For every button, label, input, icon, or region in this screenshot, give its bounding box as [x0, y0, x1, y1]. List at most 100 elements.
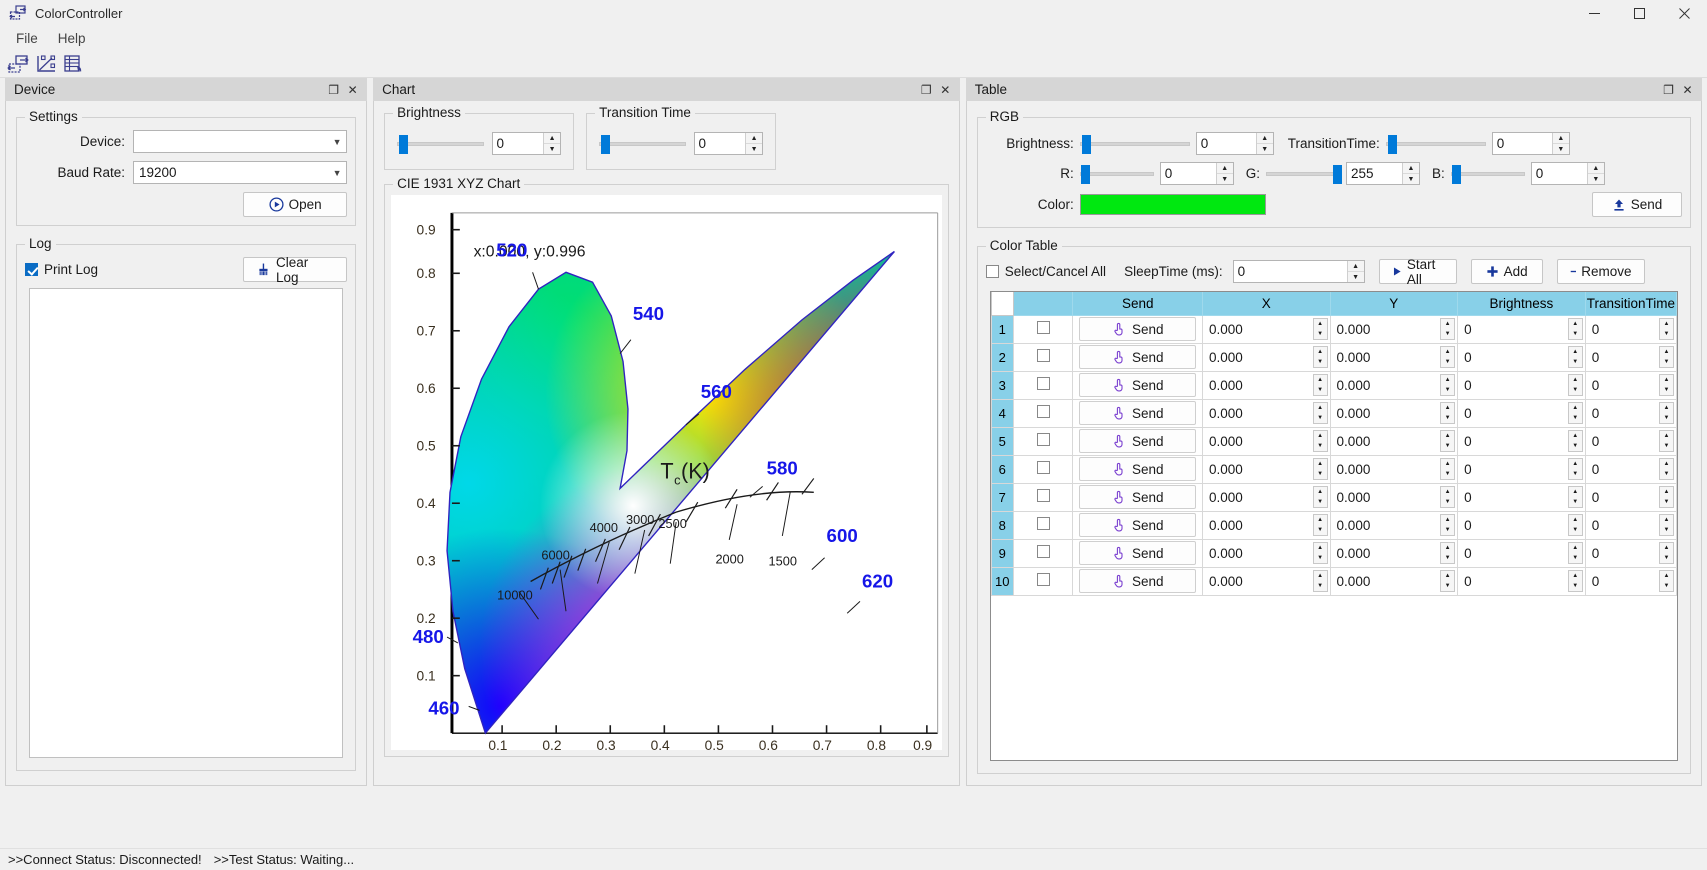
spin-up-icon[interactable]: ▲ [1569, 487, 1582, 497]
spinner-arrows[interactable]: ▲▼ [1440, 402, 1455, 424]
spinner-arrows[interactable]: ▲▼ [1659, 486, 1674, 508]
table-row[interactable]: 8Send0.000▲▼0.000▲▼0▲▼0▲▼ [991, 511, 1676, 539]
spin-up-icon[interactable]: ▲ [1588, 163, 1604, 174]
column-header-x[interactable]: X [1203, 292, 1331, 315]
row-y-cell[interactable]: 0.000▲▼ [1330, 427, 1458, 455]
spinner-arrows[interactable]: ▲▼ [1440, 486, 1455, 508]
spinner-arrows[interactable]: ▲▼ [1440, 514, 1455, 536]
spinner-arrows[interactable]: ▲▼ [1659, 374, 1674, 396]
row-y-cell[interactable]: 0.000▲▼ [1330, 511, 1458, 539]
spin-down-icon[interactable]: ▼ [1660, 441, 1673, 451]
spin-up-icon[interactable]: ▲ [1441, 515, 1454, 525]
spinner-arrows[interactable]: ▲▼ [1568, 402, 1583, 424]
column-header-send[interactable]: Send [1073, 292, 1203, 315]
spin-up-icon[interactable]: ▲ [1314, 403, 1327, 413]
spin-down-icon[interactable]: ▼ [1314, 497, 1327, 507]
spin-up-icon[interactable]: ▲ [1314, 543, 1327, 553]
open-button[interactable]: Open [243, 192, 347, 217]
row-x-cell[interactable]: 0.000▲▼ [1203, 483, 1331, 511]
spinner-arrows[interactable]: ▲▼ [1313, 374, 1328, 396]
spin-down-icon[interactable]: ▼ [1660, 553, 1673, 563]
spin-up-icon[interactable]: ▲ [1441, 487, 1454, 497]
spin-down-icon[interactable]: ▼ [1569, 385, 1582, 395]
spinner-arrows[interactable]: ▲▼ [1568, 374, 1583, 396]
spinner-arrows[interactable]: ▲▼ [1313, 486, 1328, 508]
row-transitiontime-cell[interactable]: 0▲▼ [1585, 567, 1676, 595]
spin-down-icon[interactable]: ▼ [1314, 357, 1327, 367]
panel-chart-close-button[interactable]: ✕ [937, 81, 954, 98]
row-send-cell[interactable]: Send [1073, 539, 1203, 567]
spinner-arrows[interactable]: ▲▼ [1440, 542, 1455, 564]
panel-table-close-button[interactable]: ✕ [1679, 81, 1696, 98]
row-transitiontime-cell[interactable]: 0▲▼ [1585, 483, 1676, 511]
spin-down-icon[interactable]: ▼ [1314, 413, 1327, 423]
spinner-arrows[interactable]: ▲ ▼ [1587, 163, 1604, 184]
spin-down-icon[interactable]: ▼ [1660, 329, 1673, 339]
spin-up-icon[interactable]: ▲ [1553, 133, 1569, 144]
spin-down-icon[interactable]: ▼ [1441, 469, 1454, 479]
spin-up-icon[interactable]: ▲ [1660, 431, 1673, 441]
row-x-cell[interactable]: 0.000▲▼ [1203, 511, 1331, 539]
print-log-checkbox[interactable]: Print Log [25, 262, 98, 277]
spin-up-icon[interactable]: ▲ [746, 133, 762, 144]
spinner-arrows[interactable]: ▲▼ [1659, 570, 1674, 592]
spinner-arrows[interactable]: ▲▼ [1313, 514, 1328, 536]
row-x-cell[interactable]: 0.000▲▼ [1203, 455, 1331, 483]
spin-up-icon[interactable]: ▲ [1569, 571, 1582, 581]
spinner-arrows[interactable]: ▲▼ [1440, 346, 1455, 368]
sleeptime-spinbox[interactable]: 0 ▲ ▼ [1233, 260, 1365, 283]
color-table-grid-container[interactable]: Send X Y Brightness TransitionTime 1Send… [990, 291, 1678, 761]
spin-up-icon[interactable]: ▲ [1314, 347, 1327, 357]
spin-down-icon[interactable]: ▼ [1569, 525, 1582, 535]
table-row[interactable]: 6Send0.000▲▼0.000▲▼0▲▼0▲▼ [991, 455, 1676, 483]
column-header-transitiontime[interactable]: TransitionTime [1585, 292, 1676, 315]
row-send-button[interactable]: Send [1079, 373, 1196, 397]
spin-down-icon[interactable]: ▼ [1314, 385, 1327, 395]
row-brightness-cell[interactable]: 0▲▼ [1458, 371, 1586, 399]
row-y-cell[interactable]: 0.000▲▼ [1330, 315, 1458, 343]
spin-down-icon[interactable]: ▼ [1569, 329, 1582, 339]
row-send-button[interactable]: Send [1079, 569, 1196, 593]
spin-up-icon[interactable]: ▲ [1660, 459, 1673, 469]
table-row[interactable]: 2Send0.000▲▼0.000▲▼0▲▼0▲▼ [991, 343, 1676, 371]
spin-up-icon[interactable]: ▲ [1569, 347, 1582, 357]
chart-brightness-slider[interactable] [397, 134, 483, 154]
row-transitiontime-cell[interactable]: 0▲▼ [1585, 343, 1676, 371]
rgb-brightness-spinbox[interactable]: 0 ▲ ▼ [1196, 132, 1274, 155]
row-send-button[interactable]: Send [1079, 485, 1196, 509]
row-y-cell[interactable]: 0.000▲▼ [1330, 567, 1458, 595]
spinner-arrows[interactable]: ▲▼ [1313, 570, 1328, 592]
spin-up-icon[interactable]: ▲ [1314, 487, 1327, 497]
spinner-arrows[interactable]: ▲▼ [1568, 318, 1583, 340]
rgb-send-button[interactable]: Send [1592, 192, 1682, 217]
spinner-arrows[interactable]: ▲▼ [1568, 430, 1583, 452]
table-icon[interactable] [60, 51, 88, 77]
row-brightness-cell[interactable]: 0▲▼ [1458, 399, 1586, 427]
row-transitiontime-cell[interactable]: 0▲▼ [1585, 455, 1676, 483]
spin-down-icon[interactable]: ▼ [1569, 413, 1582, 423]
spin-up-icon[interactable]: ▲ [1660, 571, 1673, 581]
spinner-arrows[interactable]: ▲▼ [1659, 458, 1674, 480]
row-brightness-cell[interactable]: 0▲▼ [1458, 483, 1586, 511]
spin-down-icon[interactable]: ▼ [1403, 174, 1419, 184]
spin-up-icon[interactable]: ▲ [1441, 459, 1454, 469]
close-button[interactable] [1662, 0, 1707, 27]
spinner-arrows[interactable]: ▲▼ [1659, 402, 1674, 424]
rgb-b-slider[interactable] [1451, 164, 1525, 184]
spin-down-icon[interactable]: ▼ [1441, 553, 1454, 563]
spinner-arrows[interactable]: ▲▼ [1568, 570, 1583, 592]
spin-down-icon[interactable]: ▼ [1569, 441, 1582, 451]
rgb-g-spinbox[interactable]: 255 ▲ ▼ [1346, 162, 1420, 185]
row-brightness-cell[interactable]: 0▲▼ [1458, 455, 1586, 483]
row-send-button[interactable]: Send [1079, 429, 1196, 453]
row-send-button[interactable]: Send [1079, 541, 1196, 565]
log-textarea[interactable] [29, 288, 343, 758]
row-send-cell[interactable]: Send [1073, 511, 1203, 539]
spin-up-icon[interactable]: ▲ [1569, 319, 1582, 329]
panel-device-close-button[interactable]: ✕ [344, 81, 361, 98]
row-transitiontime-cell[interactable]: 0▲▼ [1585, 371, 1676, 399]
row-brightness-cell[interactable]: 0▲▼ [1458, 511, 1586, 539]
row-brightness-cell[interactable]: 0▲▼ [1458, 343, 1586, 371]
spinner-arrows[interactable]: ▲▼ [1313, 542, 1328, 564]
chart-transition-spinbox[interactable]: 0 ▲ ▼ [694, 132, 764, 155]
